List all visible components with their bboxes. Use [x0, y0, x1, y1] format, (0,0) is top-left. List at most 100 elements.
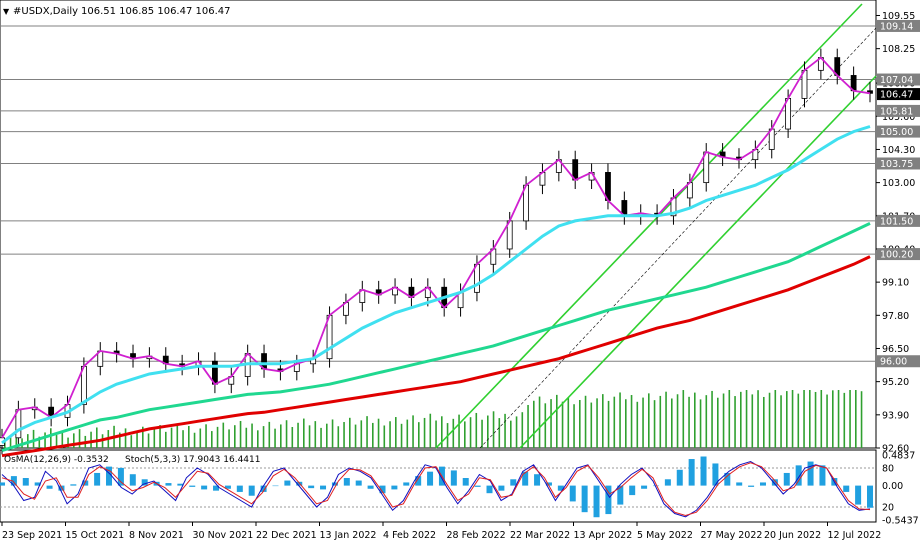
osma-bar	[795, 465, 802, 486]
osma-bar	[534, 474, 541, 486]
price-tick-label: 108.25	[882, 44, 915, 55]
time-tick-label: 30 Nov 2021	[193, 530, 254, 541]
volume-bar	[498, 418, 501, 448]
volume-bar	[389, 421, 391, 448]
osma-bar	[343, 478, 350, 486]
volume-bar	[170, 427, 173, 448]
time-tick-label: 12 Jul 2022	[828, 530, 882, 541]
oscillator-plot	[0, 456, 876, 518]
volume-bar	[596, 398, 598, 448]
time-tick-label: 20 Jun 2022	[764, 530, 821, 541]
volume-bar	[515, 416, 518, 448]
stoch-signal-line	[1, 462, 871, 517]
volume-bar	[763, 396, 765, 448]
level-tag-label: 106.47	[880, 90, 913, 101]
volume-bar	[423, 417, 426, 448]
volume-bar	[573, 404, 575, 448]
osma-bar	[498, 485, 505, 491]
volume-bar	[567, 397, 570, 448]
osma-bar	[94, 472, 101, 486]
volume-bar	[395, 417, 397, 448]
volume-bar	[734, 396, 736, 448]
volume-bar	[222, 422, 225, 448]
volume-bar	[579, 400, 581, 448]
osma-bar	[165, 483, 172, 486]
volume-bar	[435, 420, 437, 448]
volume-bar	[308, 425, 311, 448]
volume-bar	[510, 420, 512, 448]
volume-bar	[699, 399, 702, 448]
osma-bar	[272, 485, 279, 487]
osma-bar	[320, 485, 327, 490]
volume-bar	[527, 404, 529, 448]
ma-cyan-line	[1, 125, 871, 445]
chart-svg: 109.55108.25106.90105.60104.30103.00101.…	[0, 0, 920, 541]
volume-bar	[711, 390, 713, 448]
chart-symbol: #USDX,Daily	[13, 6, 78, 17]
volume-bar	[44, 432, 46, 448]
volume-bar	[722, 393, 725, 448]
volume-bar	[688, 396, 690, 448]
volume-bar	[745, 390, 748, 448]
osma-bar	[46, 485, 53, 489]
volume-bar	[843, 392, 846, 448]
osc-tick-label: 80	[882, 464, 894, 475]
osma-bar	[284, 480, 291, 486]
volume-bar	[257, 430, 259, 448]
volume-bar	[303, 418, 305, 448]
volume-bar	[642, 397, 644, 448]
volume-bar	[458, 414, 460, 448]
time-tick-label: 15 Oct 2021	[66, 530, 125, 541]
level-tag-label: 103.75	[880, 159, 913, 170]
level-tag-label: 105.81	[880, 106, 913, 117]
time-tick-label: 8 Nov 2021	[129, 530, 184, 541]
osma-bar	[759, 482, 766, 486]
volume-bar	[366, 416, 368, 448]
osma-label: OsMA(12,26,9) -0.3532	[4, 455, 109, 465]
osma-bar	[22, 478, 29, 486]
oscillator-axis: 0.4837 80 0.00 20 -0.5437	[882, 451, 919, 527]
volume-bar	[211, 431, 213, 448]
time-tick-label: 22 Mar 2022	[510, 530, 570, 541]
volume-bar	[418, 422, 420, 448]
osma-bar	[736, 482, 743, 486]
volume-bar	[774, 390, 777, 448]
osma-bar	[427, 471, 434, 486]
volume-bar	[705, 395, 708, 448]
volume-bar	[90, 431, 92, 448]
level-tag-label: 96.00	[880, 357, 907, 368]
volume-bar	[740, 391, 742, 448]
volume-bar	[469, 417, 472, 448]
volume-bar	[262, 426, 265, 448]
trend-channels	[435, 3, 877, 449]
volume-bar	[832, 390, 834, 448]
osc-tick-label: 0.4837	[882, 451, 915, 462]
volume-bar	[360, 420, 363, 448]
osma-bar	[474, 485, 481, 487]
volume-bar	[429, 413, 432, 448]
time-tick-label: 13 Jan 2022	[320, 530, 377, 541]
osma-bar	[308, 485, 315, 489]
volume-bar	[274, 428, 276, 448]
menu-arrow-icon[interactable]: ▼	[3, 7, 10, 16]
volume-bar	[676, 394, 679, 448]
volume-bar	[354, 424, 357, 448]
stoch-main-line	[1, 460, 871, 518]
volume-bar	[153, 429, 156, 448]
osma-bar	[652, 485, 659, 487]
price-tick-label: 103.00	[882, 178, 915, 189]
level-tag-label: 101.50	[880, 216, 913, 227]
time-tick-label: 13 Apr 2022	[574, 530, 633, 541]
volume-bar	[165, 431, 167, 448]
volume-bar	[728, 390, 731, 448]
volume-bar	[216, 426, 219, 448]
volume-bar	[751, 394, 754, 448]
volume-bar	[653, 400, 656, 448]
osma-bar	[189, 485, 196, 487]
volume-bar	[228, 429, 230, 448]
osma-bar	[664, 479, 671, 486]
volume-bar	[268, 421, 271, 448]
volume-bar	[199, 428, 202, 448]
horizontal-levels	[0, 25, 876, 362]
volume-bar	[96, 427, 98, 448]
